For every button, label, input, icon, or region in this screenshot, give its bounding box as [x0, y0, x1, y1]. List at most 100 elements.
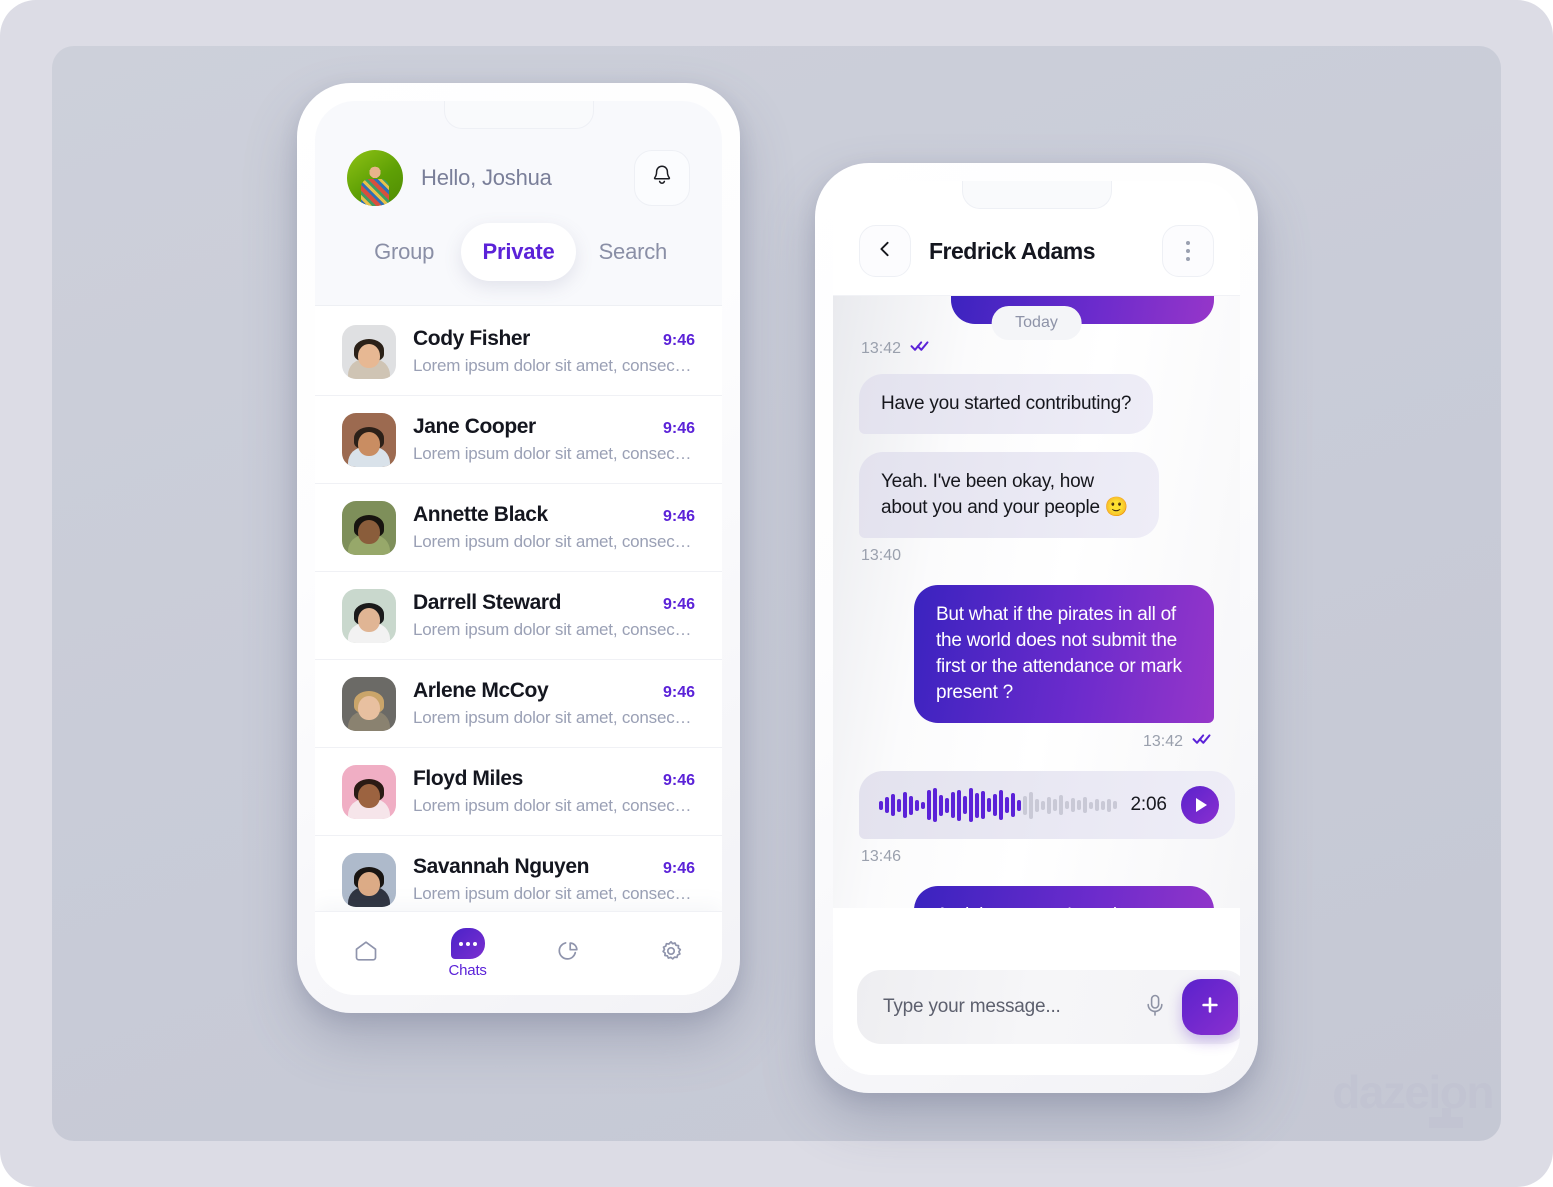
- chat-list-item[interactable]: Floyd Miles 9:46 Lorem ipsum dolor sit ame…: [315, 748, 722, 836]
- message-bubble-incoming[interactable]: Yeah. I've been okay, how about you and …: [859, 452, 1159, 539]
- chat-list-item[interactable]: Darrell Steward 9:46 Lorem ipsum dolor sit…: [315, 572, 722, 660]
- nav-item-home[interactable]: [315, 936, 417, 971]
- chat-preview: Lorem ipsum dolor sit amet, consectetur.…: [413, 796, 695, 815]
- message-time: 13:42: [1142, 732, 1183, 750]
- nav-item-stats[interactable]: [519, 936, 621, 971]
- conversation-menu-button[interactable]: [1162, 225, 1214, 277]
- waveform-bar: [1011, 793, 1015, 818]
- nav-item-chats-label: Chats: [448, 962, 487, 979]
- chat-list[interactable]: Cody Fisher 9:46 Lorem ipsum dolor sit ame…: [315, 306, 722, 920]
- waveform-bar: [927, 790, 931, 821]
- waveform-bar: [1101, 800, 1105, 810]
- chat-item-content: Floyd Miles 9:46 Lorem ipsum dolor sit ame…: [413, 767, 695, 816]
- message-composer: [833, 957, 1240, 1075]
- notifications-button[interactable]: [634, 150, 690, 206]
- waveform-bar: [963, 796, 967, 815]
- home-header: Hello, Joshua Group Private Search: [315, 101, 722, 306]
- tab-group[interactable]: Group: [347, 223, 461, 281]
- waveform-bar: [909, 795, 913, 815]
- chat-timestamp: 9:46: [662, 508, 695, 525]
- message-bubble-incoming[interactable]: Have you started contributing?: [859, 374, 1154, 435]
- device-notch: [443, 101, 594, 129]
- chat-preview: Lorem ipsum dolor sit amet, consectetur.…: [413, 356, 695, 375]
- waveform-bar: [1017, 799, 1021, 811]
- contact-name: Darrell Steward: [413, 591, 562, 614]
- contact-name: Savannah Nguyen: [413, 855, 590, 878]
- send-button[interactable]: [1182, 979, 1238, 1035]
- gear-icon: [656, 936, 686, 971]
- voice-duration: 2:06: [1130, 794, 1167, 816]
- waveform-bar: [981, 791, 985, 820]
- voice-message-bubble[interactable]: 2:06: [859, 771, 1235, 840]
- waveform-bar: [879, 800, 883, 810]
- waveform-bar: [987, 798, 991, 813]
- chat-list-item[interactable]: Annette Black 9:46 Lorem ipsum dolor sit a…: [315, 484, 722, 572]
- chevron-left-icon: [874, 238, 896, 265]
- chat-list-item[interactable]: Jane Cooper 9:46 Lorem ipsum dolor sit ame…: [315, 396, 722, 484]
- chat-preview: Lorem ipsum dolor sit amet, consectetur.…: [413, 708, 695, 727]
- nav-item-settings[interactable]: [620, 936, 722, 971]
- message-time: 13:42: [861, 339, 902, 357]
- waveform-bar: [1005, 797, 1009, 814]
- chat-filter-tabs: Group Private Search: [347, 209, 690, 305]
- chat-item-content: Jane Cooper 9:46 Lorem ipsum dolor sit ame…: [413, 415, 695, 464]
- tab-private[interactable]: Private: [461, 223, 576, 281]
- contact-avatar: [342, 852, 396, 907]
- chat-timestamp: 9:46: [662, 684, 695, 701]
- message-row: Have you started contributing?: [859, 374, 1214, 435]
- home-icon: [351, 936, 381, 971]
- audio-waveform[interactable]: [879, 785, 1117, 825]
- waveform-bar: [933, 788, 937, 823]
- contact-avatar: [342, 324, 396, 379]
- waveform-bar: [1041, 800, 1045, 810]
- waveform-bar: [1113, 801, 1117, 810]
- message-time: 13:46: [861, 848, 902, 866]
- chat-list-item[interactable]: Savannah Nguyen 9:46 Lorem ipsum dolor sit…: [315, 836, 722, 920]
- chat-list-item[interactable]: Cody Fisher 9:46 Lorem ipsum dolor sit ame…: [315, 308, 722, 396]
- message-input[interactable]: [883, 996, 1128, 1018]
- waveform-bar: [1029, 791, 1033, 819]
- waveform-bar: [1053, 799, 1057, 812]
- play-icon[interactable]: [1180, 786, 1219, 825]
- conversation-title: Fredrick Adams: [929, 237, 1096, 264]
- message-bubble-outgoing[interactable]: But what if the pirates in all of the wo…: [914, 585, 1214, 724]
- chat-timestamp: 9:46: [662, 860, 695, 877]
- waveform-bar: [1095, 799, 1099, 812]
- contact-name: Annette Black: [413, 503, 548, 526]
- contact-avatar: [342, 676, 396, 731]
- waveform-bar: [1071, 798, 1075, 813]
- waveform-bar: [969, 788, 973, 823]
- chat-item-content: Arlene McCoy 9:46 Lorem ipsum dolor sit am…: [413, 679, 695, 728]
- brand-watermark: dazeion: [1332, 1069, 1494, 1128]
- microphone-icon[interactable]: [1142, 991, 1168, 1024]
- contact-avatar: [342, 412, 396, 467]
- chat-list-item[interactable]: Arlene McCoy 9:46 Lorem ipsum dolor sit am…: [315, 660, 722, 748]
- phone-home-device: Hello, Joshua Group Private Search Cody …: [297, 83, 740, 1013]
- back-button[interactable]: [859, 225, 911, 277]
- greeting-row: Hello, Joshua: [347, 147, 690, 209]
- waveform-bar: [921, 801, 925, 809]
- composer-field-group: [857, 970, 1240, 1044]
- waveform-bar: [1065, 801, 1069, 810]
- waveform-bar: [945, 797, 949, 813]
- chat-item-content: Savannah Nguyen 9:46 Lorem ipsum dolor sit…: [413, 855, 695, 904]
- user-avatar[interactable]: [347, 150, 403, 206]
- chat-item-content: Annette Black 9:46 Lorem ipsum dolor sit a…: [413, 503, 695, 552]
- tab-search[interactable]: Search: [576, 223, 690, 281]
- message-bubble-outgoing[interactable]: And then we we're trying to submit not a…: [914, 886, 1214, 908]
- chat-timestamp: 9:46: [662, 332, 695, 349]
- chat-preview: Lorem ipsum dolor sit amet, consectetur.…: [413, 532, 695, 551]
- waveform-bar: [915, 799, 919, 811]
- waveform-bar: [1107, 798, 1111, 812]
- waveform-bar: [999, 790, 1003, 821]
- chat-item-content: Cody Fisher 9:46 Lorem ipsum dolor sit ame…: [413, 327, 695, 376]
- nav-item-chats[interactable]: Chats: [417, 928, 519, 979]
- message-meta: 13:46: [861, 848, 901, 866]
- chat-preview: Lorem ipsum dolor sit amet, consectetur.…: [413, 884, 695, 903]
- contact-avatar: [342, 588, 396, 643]
- message-meta: 13:42: [861, 339, 1212, 358]
- message-thread[interactable]: Today 13:42 Have you started contributin…: [833, 296, 1240, 908]
- chat-timestamp: 9:46: [662, 772, 695, 789]
- waveform-bar: [1047, 796, 1051, 814]
- waveform-bar: [903, 792, 907, 819]
